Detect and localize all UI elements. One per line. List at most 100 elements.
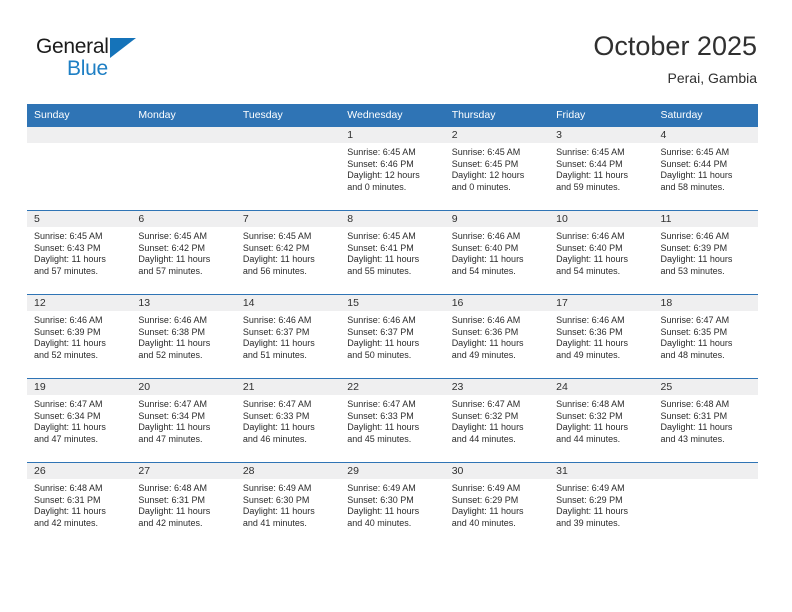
sunset-text: Sunset: 6:34 PM: [138, 410, 205, 421]
day-details: Sunrise: 6:47 AM Sunset: 6:33 PM Daylight:…: [236, 395, 340, 445]
sunset-text: Sunset: 6:30 PM: [347, 494, 414, 505]
calendar-cell[interactable]: [131, 126, 236, 211]
calendar-cell[interactable]: 29 Sunrise: 6:49 AM Sunset: 6:30 PM Dayligh…: [340, 462, 445, 546]
sunrise-text: Sunrise: 6:45 AM: [451, 147, 521, 157]
day-cell[interactable]: 10 Sunrise: 6:46 AM Sunset: 6:40 PM Dayligh…: [549, 211, 654, 294]
sunset-text: Sunset: 6:40 PM: [556, 242, 623, 253]
day-cell[interactable]: 20 Sunrise: 6:47 AM Sunset: 6:34 PM Dayligh…: [131, 379, 236, 462]
calendar-cell[interactable]: 10 Sunrise: 6:46 AM Sunset: 6:40 PM Dayligh…: [549, 210, 654, 295]
daylight-text-line2: and 57 minutes.: [138, 265, 203, 276]
sunrise-text: Sunrise: 6:49 AM: [556, 483, 625, 493]
calendar-cell[interactable]: 19 Sunrise: 6:47 AM Sunset: 6:34 PM Dayligh…: [27, 378, 132, 463]
day-number: 11: [653, 211, 758, 227]
day-cell[interactable]: 2 Sunrise: 6:45 AM Sunset: 6:45 PM Daylight…: [444, 127, 550, 210]
calendar-cell[interactable]: 28 Sunrise: 6:49 AM Sunset: 6:30 PM Dayligh…: [235, 462, 341, 546]
day-cell[interactable]: 26 Sunrise: 6:48 AM Sunset: 6:31 PM Dayligh…: [27, 463, 132, 546]
calendar-cell[interactable]: 5 Sunrise: 6:45 AM Sunset: 6:43 PM Daylight…: [27, 210, 132, 295]
day-cell[interactable]: 19 Sunrise: 6:47 AM Sunset: 6:34 PM Dayligh…: [27, 379, 132, 462]
daylight-text-line2: and 40 minutes.: [347, 517, 412, 528]
calendar-cell[interactable]: 3 Sunrise: 6:45 AM Sunset: 6:44 PM Daylight…: [549, 126, 654, 211]
day-cell[interactable]: 17 Sunrise: 6:46 AM Sunset: 6:36 PM Dayligh…: [549, 295, 654, 378]
calendar-cell[interactable]: 26 Sunrise: 6:48 AM Sunset: 6:31 PM Dayligh…: [27, 462, 132, 546]
day-cell[interactable]: 31 Sunrise: 6:49 AM Sunset: 6:29 PM Dayligh…: [549, 463, 654, 546]
day-cell[interactable]: 12 Sunrise: 6:46 AM Sunset: 6:39 PM Dayligh…: [27, 295, 132, 378]
daylight-text-line1: Daylight: 11 hours: [242, 422, 315, 433]
day-cell[interactable]: 23 Sunrise: 6:47 AM Sunset: 6:32 PM Dayligh…: [444, 379, 550, 462]
calendar-cell[interactable]: 11 Sunrise: 6:46 AM Sunset: 6:39 PM Dayligh…: [653, 210, 758, 295]
daylight-text-line2: and 59 minutes.: [556, 181, 621, 192]
calendar-cell[interactable]: 18 Sunrise: 6:47 AM Sunset: 6:35 PM Dayligh…: [653, 294, 758, 379]
calendar-cell[interactable]: 27 Sunrise: 6:48 AM Sunset: 6:31 PM Dayligh…: [131, 462, 236, 546]
daylight-text-line1: Daylight: 11 hours: [556, 338, 628, 349]
calendar-cell[interactable]: 24 Sunrise: 6:48 AM Sunset: 6:32 PM Dayligh…: [549, 378, 654, 463]
daylight-text-line2: and 56 minutes.: [242, 265, 307, 276]
day-number: 3: [549, 127, 654, 143]
calendar-cell[interactable]: 9 Sunrise: 6:46 AM Sunset: 6:40 PM Daylight…: [444, 210, 550, 295]
calendar-cell[interactable]: 14 Sunrise: 6:46 AM Sunset: 6:37 PM Dayligh…: [235, 294, 341, 379]
day-cell[interactable]: 7 Sunrise: 6:45 AM Sunset: 6:42 PM Daylight…: [235, 211, 341, 294]
calendar-cell[interactable]: 8 Sunrise: 6:45 AM Sunset: 6:41 PM Daylight…: [340, 210, 445, 295]
day-details: Sunrise: 6:45 AM Sunset: 6:43 PM Daylight:…: [27, 227, 131, 277]
day-cell[interactable]: 18 Sunrise: 6:47 AM Sunset: 6:35 PM Dayligh…: [653, 295, 758, 378]
calendar-cell[interactable]: 17 Sunrise: 6:46 AM Sunset: 6:36 PM Dayligh…: [549, 294, 654, 379]
calendar-cell[interactable]: 20 Sunrise: 6:47 AM Sunset: 6:34 PM Dayligh…: [131, 378, 236, 463]
daylight-text-line1: Daylight: 11 hours: [242, 338, 315, 349]
day-cell[interactable]: 15 Sunrise: 6:46 AM Sunset: 6:37 PM Dayligh…: [340, 295, 445, 378]
day-cell[interactable]: 6 Sunrise: 6:45 AM Sunset: 6:42 PM Daylight…: [131, 211, 236, 294]
daylight-text-line2: and 44 minutes.: [451, 433, 516, 444]
sunrise-text: Sunrise: 6:46 AM: [660, 231, 730, 241]
calendar-cell[interactable]: [27, 126, 132, 211]
calendar-cell[interactable]: 1 Sunrise: 6:45 AM Sunset: 6:46 PM Daylight…: [340, 126, 445, 211]
day-cell[interactable]: 8 Sunrise: 6:45 AM Sunset: 6:41 PM Daylight…: [340, 211, 445, 294]
day-cell[interactable]: 9 Sunrise: 6:46 AM Sunset: 6:40 PM Daylight…: [444, 211, 550, 294]
calendar-cell[interactable]: 21 Sunrise: 6:47 AM Sunset: 6:33 PM Dayligh…: [235, 378, 341, 463]
page-title: October 2025: [593, 31, 757, 61]
day-number: 18: [653, 295, 758, 311]
calendar-cell[interactable]: 23 Sunrise: 6:47 AM Sunset: 6:32 PM Dayligh…: [444, 378, 550, 463]
calendar-cell[interactable]: [235, 126, 341, 211]
day-cell[interactable]: 22 Sunrise: 6:47 AM Sunset: 6:33 PM Dayligh…: [340, 379, 445, 462]
calendar-cell[interactable]: [653, 462, 758, 546]
day-details: Sunrise: 6:46 AM Sunset: 6:40 PM Daylight:…: [445, 227, 549, 277]
calendar-cell[interactable]: 25 Sunrise: 6:48 AM Sunset: 6:31 PM Dayligh…: [653, 378, 758, 463]
calendar-cell[interactable]: 22 Sunrise: 6:47 AM Sunset: 6:33 PM Dayligh…: [340, 378, 445, 463]
day-details: Sunrise: 6:49 AM Sunset: 6:29 PM Daylight:…: [445, 479, 549, 529]
calendar-cell[interactable]: 15 Sunrise: 6:46 AM Sunset: 6:37 PM Dayligh…: [340, 294, 445, 379]
daylight-text-line2: and 45 minutes.: [347, 433, 412, 444]
calendar-cell[interactable]: 30 Sunrise: 6:49 AM Sunset: 6:29 PM Dayligh…: [444, 462, 550, 546]
sunrise-text: Sunrise: 6:47 AM: [34, 399, 103, 409]
day-cell[interactable]: 28 Sunrise: 6:49 AM Sunset: 6:30 PM Dayligh…: [235, 463, 341, 546]
sunset-text: Sunset: 6:31 PM: [34, 494, 101, 505]
calendar-cell[interactable]: 7 Sunrise: 6:45 AM Sunset: 6:42 PM Daylight…: [235, 210, 341, 295]
day-cell[interactable]: 27 Sunrise: 6:48 AM Sunset: 6:31 PM Dayligh…: [131, 463, 236, 546]
calendar-cell[interactable]: 31 Sunrise: 6:49 AM Sunset: 6:29 PM Dayligh…: [549, 462, 654, 546]
sunrise-text: Sunrise: 6:48 AM: [660, 399, 730, 409]
day-cell[interactable]: 1 Sunrise: 6:45 AM Sunset: 6:46 PM Daylight…: [340, 127, 445, 210]
calendar-cell[interactable]: 16 Sunrise: 6:46 AM Sunset: 6:36 PM Dayligh…: [444, 294, 550, 379]
calendar-cell[interactable]: 4 Sunrise: 6:45 AM Sunset: 6:44 PM Daylight…: [653, 126, 758, 211]
day-cell[interactable]: 29 Sunrise: 6:49 AM Sunset: 6:30 PM Dayligh…: [340, 463, 445, 546]
day-details: Sunrise: 6:46 AM Sunset: 6:38 PM Daylight:…: [131, 311, 235, 361]
day-cell[interactable]: 14 Sunrise: 6:46 AM Sunset: 6:37 PM Dayligh…: [235, 295, 341, 378]
day-cell[interactable]: 21 Sunrise: 6:47 AM Sunset: 6:33 PM Dayligh…: [235, 379, 341, 462]
day-number: 24: [549, 379, 654, 395]
calendar-cell[interactable]: 2 Sunrise: 6:45 AM Sunset: 6:45 PM Daylight…: [444, 126, 550, 211]
day-cell[interactable]: 5 Sunrise: 6:45 AM Sunset: 6:43 PM Daylight…: [27, 211, 132, 294]
day-cell[interactable]: 16 Sunrise: 6:46 AM Sunset: 6:36 PM Dayligh…: [444, 295, 550, 378]
day-cell[interactable]: 13 Sunrise: 6:46 AM Sunset: 6:38 PM Dayligh…: [131, 295, 236, 378]
day-details: Sunrise: 6:47 AM Sunset: 6:34 PM Daylight:…: [131, 395, 235, 445]
day-cell[interactable]: 11 Sunrise: 6:46 AM Sunset: 6:39 PM Dayligh…: [653, 211, 758, 294]
calendar-cell[interactable]: 6 Sunrise: 6:45 AM Sunset: 6:42 PM Daylight…: [131, 210, 236, 295]
calendar-cell[interactable]: 12 Sunrise: 6:46 AM Sunset: 6:39 PM Dayligh…: [27, 294, 132, 379]
day-number: [653, 463, 758, 479]
day-number: 27: [131, 463, 236, 479]
day-cell[interactable]: 30 Sunrise: 6:49 AM Sunset: 6:29 PM Dayligh…: [444, 463, 550, 546]
day-cell[interactable]: 24 Sunrise: 6:48 AM Sunset: 6:32 PM Dayligh…: [549, 379, 654, 462]
day-cell[interactable]: 3 Sunrise: 6:45 AM Sunset: 6:44 PM Daylight…: [549, 127, 654, 210]
day-number: 22: [340, 379, 445, 395]
day-cell[interactable]: 25 Sunrise: 6:48 AM Sunset: 6:31 PM Dayligh…: [653, 379, 758, 462]
sunset-text: Sunset: 6:41 PM: [347, 242, 414, 253]
day-number: 9: [444, 211, 550, 227]
day-cell[interactable]: 4 Sunrise: 6:45 AM Sunset: 6:44 PM Daylight…: [653, 127, 758, 210]
calendar-cell[interactable]: 13 Sunrise: 6:46 AM Sunset: 6:38 PM Dayligh…: [131, 294, 236, 379]
